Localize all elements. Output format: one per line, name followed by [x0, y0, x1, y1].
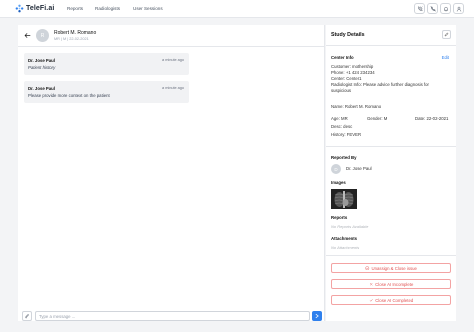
- message-text: Patient history: [28, 65, 56, 70]
- chest-xray-image: [331, 189, 357, 209]
- message-time: a minute ago: [162, 58, 184, 62]
- phone-text: Phone: +1 424 234234: [331, 70, 375, 75]
- reported-by-heading: Reported By: [331, 155, 357, 160]
- telefi-logo-icon: [15, 4, 24, 13]
- check-icon: [369, 298, 373, 302]
- history-text: History: FEVER: [331, 132, 362, 137]
- unassign-close-button[interactable]: Unassign & Close issue: [331, 263, 451, 273]
- close-ai-completed-label: Close AI Completed: [375, 297, 414, 303]
- desc-text: Desc: desc: [331, 124, 353, 129]
- close-ai-incomplete-button[interactable]: Close AI Incomplete: [331, 279, 451, 289]
- attach-button[interactable]: [22, 311, 32, 321]
- close-ai-completed-button[interactable]: Close AI Completed: [331, 295, 451, 305]
- study-details-title: Study Details: [331, 32, 365, 38]
- no-reports-text: No Reports Available: [331, 224, 369, 229]
- reporter-name: Dr. Jose Paul: [346, 166, 372, 171]
- message-author: Dr. Jose Paul: [28, 58, 55, 63]
- phone-off-icon: [429, 5, 436, 12]
- reporter-avatar: D: [331, 164, 341, 174]
- edit-study-button[interactable]: [442, 30, 451, 39]
- back-arrow-icon[interactable]: [24, 32, 31, 39]
- message-composer: [18, 309, 325, 323]
- center-text: Center: Center1: [331, 76, 362, 81]
- divider: [326, 146, 456, 147]
- divider: [326, 45, 456, 46]
- bell-icon: [443, 6, 448, 11]
- divider: [326, 255, 456, 256]
- nav-reports[interactable]: Reports: [67, 6, 83, 11]
- patient-name: Robert M. Romano: [54, 30, 97, 36]
- edit-center-link[interactable]: Edit: [442, 55, 449, 60]
- patient-avatar: R: [36, 29, 49, 42]
- center-info-heading: Center Info: [331, 55, 354, 60]
- chat-panel: R Robert M. Romano MR | M | 22-02-2021 D…: [18, 25, 325, 321]
- unassign-close-label: Unassign & Close issue: [371, 265, 417, 271]
- customer-text: Customer: mothership: [331, 64, 374, 69]
- nav-user-sessions[interactable]: User Sessions: [133, 6, 163, 11]
- no-attachments-text: No Attachments: [331, 245, 360, 250]
- chat-message: Dr. Jose Paul a minute ago Please provid…: [24, 81, 189, 103]
- message-text: Please provide more context on the patie…: [28, 93, 110, 98]
- notifications-button[interactable]: [440, 3, 451, 14]
- gender-text: Gender: M: [367, 116, 388, 121]
- phone-incoming-icon: [417, 5, 423, 11]
- app-name: TeleFi.ai: [26, 5, 55, 12]
- pencil-icon: [444, 32, 449, 37]
- study-details-panel: Study Details Center Info Edit Customer:…: [326, 25, 456, 321]
- reports-heading: Reports: [331, 215, 348, 220]
- send-arrow-icon: [315, 313, 319, 319]
- radiologist-info-text: Radiologist Info: Please advice further …: [331, 82, 429, 93]
- message-input[interactable]: [35, 311, 310, 321]
- patient-meta: MR | M | 22-02-2021: [54, 37, 89, 41]
- send-button[interactable]: [312, 311, 322, 321]
- close-icon: [369, 282, 373, 286]
- unassign-icon: [365, 266, 370, 270]
- profile-button[interactable]: [453, 3, 464, 14]
- top-navbar: TeleFi.ai Reports Radiologists User Sess…: [0, 0, 474, 18]
- xray-thumbnail[interactable]: [331, 189, 357, 209]
- nav-radiologists[interactable]: Radiologists: [95, 6, 120, 11]
- message-time: a minute ago: [162, 86, 184, 90]
- date-text: Date: 22-02-2021: [415, 116, 449, 121]
- call-button[interactable]: [414, 3, 425, 14]
- user-icon: [456, 6, 461, 11]
- age-text: Age: MR: [331, 116, 348, 121]
- mute-call-button[interactable]: [427, 3, 438, 14]
- chat-message: Dr. Jose Paul a minute ago Patient histo…: [24, 53, 189, 75]
- app-logo[interactable]: TeleFi.ai: [15, 4, 54, 13]
- message-author: Dr. Jose Paul: [28, 86, 55, 91]
- patient-name-text: Name: Robert M. Romano: [331, 104, 382, 109]
- chat-header: R Robert M. Romano MR | M | 22-02-2021: [18, 25, 324, 47]
- paperclip-icon: [25, 314, 29, 319]
- images-heading: Images: [331, 180, 346, 185]
- attachments-heading: Attachments: [331, 236, 358, 241]
- close-ai-incomplete-label: Close AI Incomplete: [375, 281, 414, 287]
